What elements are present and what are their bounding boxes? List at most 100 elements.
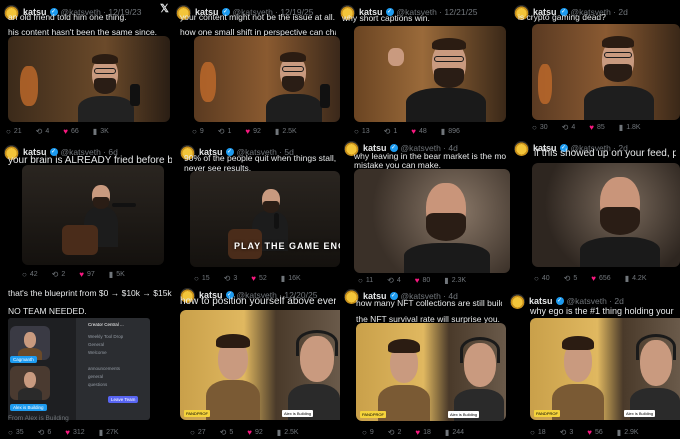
tweet-video[interactable] bbox=[532, 163, 680, 267]
tweet-video[interactable]: PLAY THE GAME ENOUGH bbox=[190, 171, 340, 267]
like-count: 66 bbox=[71, 127, 79, 135]
repost-icon: ⟲ bbox=[51, 269, 59, 279]
author-handle[interactable]: @katsveth · 2d bbox=[567, 296, 624, 306]
discord-channel[interactable]: General bbox=[88, 342, 104, 347]
tweet-card[interactable]: katsu ✓ @katsveth · 12/21/25 why short c… bbox=[340, 0, 510, 139]
repost-count: 4 bbox=[571, 123, 576, 131]
reply-count: 9 bbox=[199, 127, 204, 135]
like-button[interactable]: ♥ 66 bbox=[63, 127, 79, 136]
repost-button[interactable]: ⟲ 2 bbox=[52, 270, 66, 279]
verified-icon: ✓ bbox=[555, 297, 564, 305]
repost-button[interactable]: ⟲ 6 bbox=[38, 428, 52, 437]
reply-button[interactable]: ○ 40 bbox=[534, 274, 550, 283]
name-badge: Alex is Building bbox=[10, 404, 47, 411]
views-count: 5K bbox=[116, 270, 125, 278]
repost-icon: ⟲ bbox=[387, 427, 395, 437]
like-button[interactable]: ♥ 48 bbox=[411, 127, 427, 136]
tweet-text: why short captions win. bbox=[342, 13, 430, 23]
reply-count: 15 bbox=[201, 274, 210, 282]
discord-channel[interactable]: general bbox=[88, 374, 103, 379]
repost-button[interactable]: ⟲ 3 bbox=[560, 428, 574, 437]
like-icon: ♥ bbox=[251, 273, 256, 283]
tweet-video[interactable] bbox=[354, 26, 506, 122]
reply-button[interactable]: ○ 21 bbox=[6, 127, 22, 136]
views-button[interactable]: ▮ 16K bbox=[281, 274, 301, 283]
tweet-video[interactable] bbox=[8, 36, 170, 122]
reply-button[interactable]: ○ 9 bbox=[192, 127, 204, 136]
repost-button[interactable]: ⟲ 1 bbox=[218, 127, 232, 136]
views-button[interactable]: ▮ 5K bbox=[109, 270, 125, 279]
reply-button[interactable]: ○ 27 bbox=[190, 428, 206, 437]
tweet-card[interactable]: katsu ✓ @katsveth · 12/19/25 your conten… bbox=[172, 0, 340, 139]
repost-count: 4 bbox=[396, 276, 401, 284]
views-button[interactable]: ▮ 1.8K bbox=[619, 123, 641, 132]
tweet-card[interactable]: katsu ✓ @katsveth · 4d why leaving in th… bbox=[340, 139, 510, 287]
author-name[interactable]: katsu bbox=[529, 296, 553, 306]
views-count: 2.9K bbox=[624, 428, 639, 436]
repost-button[interactable]: ⟲ 4 bbox=[562, 123, 576, 132]
microphone bbox=[130, 84, 140, 106]
reply-button[interactable]: ○ 11 bbox=[358, 276, 373, 285]
reply-button[interactable]: ○ 15 bbox=[194, 274, 210, 283]
like-button[interactable]: ♥ 92 bbox=[245, 127, 261, 136]
tweet-card[interactable]: that's the blueprint from $0 → $10k → $1… bbox=[0, 284, 176, 439]
repost-button[interactable]: ⟲ 4 bbox=[36, 127, 50, 136]
avatar[interactable] bbox=[514, 140, 529, 156]
views-button[interactable]: ▮ 3K bbox=[93, 127, 109, 136]
views-button[interactable]: ▮ 244 bbox=[445, 428, 464, 437]
repost-button[interactable]: ⟲ 1 bbox=[384, 127, 398, 136]
views-button[interactable]: ▮ 896 bbox=[441, 127, 460, 136]
repost-button[interactable]: ⟲ 5 bbox=[564, 274, 578, 283]
tweet-card[interactable]: katsu ✓ @katsveth · 12/20/25 how to posi… bbox=[176, 284, 340, 439]
like-button[interactable]: ♥ 80 bbox=[415, 276, 431, 285]
reply-count: 42 bbox=[29, 270, 38, 278]
reply-button[interactable]: ○ 35 bbox=[8, 428, 24, 437]
like-button[interactable]: ♥ 312 bbox=[65, 428, 84, 437]
discord-channel[interactable]: questions bbox=[88, 382, 107, 387]
tweet-video[interactable]: PANDPROF Alex is Building bbox=[356, 323, 506, 421]
tweet-video[interactable] bbox=[532, 24, 680, 120]
views-button[interactable]: ▮ 2.5K bbox=[277, 428, 299, 437]
views-button[interactable]: ▮ 2.3K bbox=[444, 276, 466, 285]
tweet-text: that's the blueprint from $0 → $10k → $1… bbox=[8, 288, 172, 298]
avatar[interactable] bbox=[510, 293, 525, 309]
tweet-card[interactable]: katsu ✓ @katsveth · 12/19/23 an old frie… bbox=[0, 0, 176, 139]
tweet-video[interactable] bbox=[22, 165, 164, 265]
repost-button[interactable]: ⟲ 5 bbox=[220, 428, 234, 437]
tweet-card[interactable]: katsu ✓ @katsveth · 2d if this showed up… bbox=[510, 139, 680, 287]
like-button[interactable]: ♥ 85 bbox=[589, 123, 605, 132]
discord-channel[interactable]: Weekly Tool Drop bbox=[88, 334, 123, 339]
tweet-video[interactable]: PANDPROF Alex is Building bbox=[530, 318, 680, 420]
views-button[interactable]: ▮ 4.2K bbox=[625, 274, 647, 283]
views-button[interactable]: ▮ 27K bbox=[99, 428, 119, 437]
like-button[interactable]: ♥ 656 bbox=[591, 274, 610, 283]
repost-button[interactable]: ⟲ 4 bbox=[387, 276, 401, 285]
reply-button[interactable]: ○ 13 bbox=[354, 127, 370, 136]
discord-button[interactable]: Leave Team bbox=[108, 396, 139, 403]
tweet-video[interactable]: PANDPROF Alex is Building bbox=[180, 310, 340, 420]
discord-screenshot[interactable]: Creator Central ... Weekly Tool Drop Gen… bbox=[8, 318, 150, 420]
tweet-card[interactable]: katsu ✓ @katsveth · 2d why ego is the #1… bbox=[506, 292, 680, 439]
tweet-card[interactable]: katsu ✓ @katsveth · 4d how many NFT coll… bbox=[340, 287, 506, 439]
reply-button[interactable]: ○ 30 bbox=[532, 123, 548, 132]
discord-channel[interactable]: Welcome bbox=[88, 350, 107, 355]
reply-button[interactable]: ○ 18 bbox=[530, 428, 546, 437]
views-button[interactable]: ▮ 2.9K bbox=[617, 428, 639, 437]
repost-button[interactable]: ⟲ 2 bbox=[388, 428, 402, 437]
tweet-video[interactable] bbox=[354, 169, 510, 273]
like-button[interactable]: ♥ 18 bbox=[415, 428, 431, 437]
name-tag: Alex is Building bbox=[448, 411, 480, 418]
reply-button[interactable]: ○ 42 bbox=[22, 270, 38, 279]
like-button[interactable]: ♥ 56 bbox=[587, 428, 603, 437]
discord-channel[interactable]: announcements bbox=[88, 366, 120, 371]
tweet-card[interactable]: katsu ✓ @katsveth · 5d 90% of the people… bbox=[176, 139, 340, 284]
like-button[interactable]: ♥ 52 bbox=[251, 274, 267, 283]
tweet-video[interactable] bbox=[194, 36, 340, 122]
tweet-card[interactable]: katsu ✓ @katsveth · 6d your brain is ALR… bbox=[0, 139, 176, 284]
like-button[interactable]: ♥ 92 bbox=[247, 428, 263, 437]
reply-button[interactable]: ○ 9 bbox=[362, 428, 374, 437]
repost-button[interactable]: ⟲ 3 bbox=[224, 274, 238, 283]
tweet-card[interactable]: katsu ✓ @katsveth · 2d is crypto gaming … bbox=[510, 0, 680, 139]
like-button[interactable]: ♥ 97 bbox=[79, 270, 95, 279]
views-button[interactable]: ▮ 2.5K bbox=[275, 127, 297, 136]
